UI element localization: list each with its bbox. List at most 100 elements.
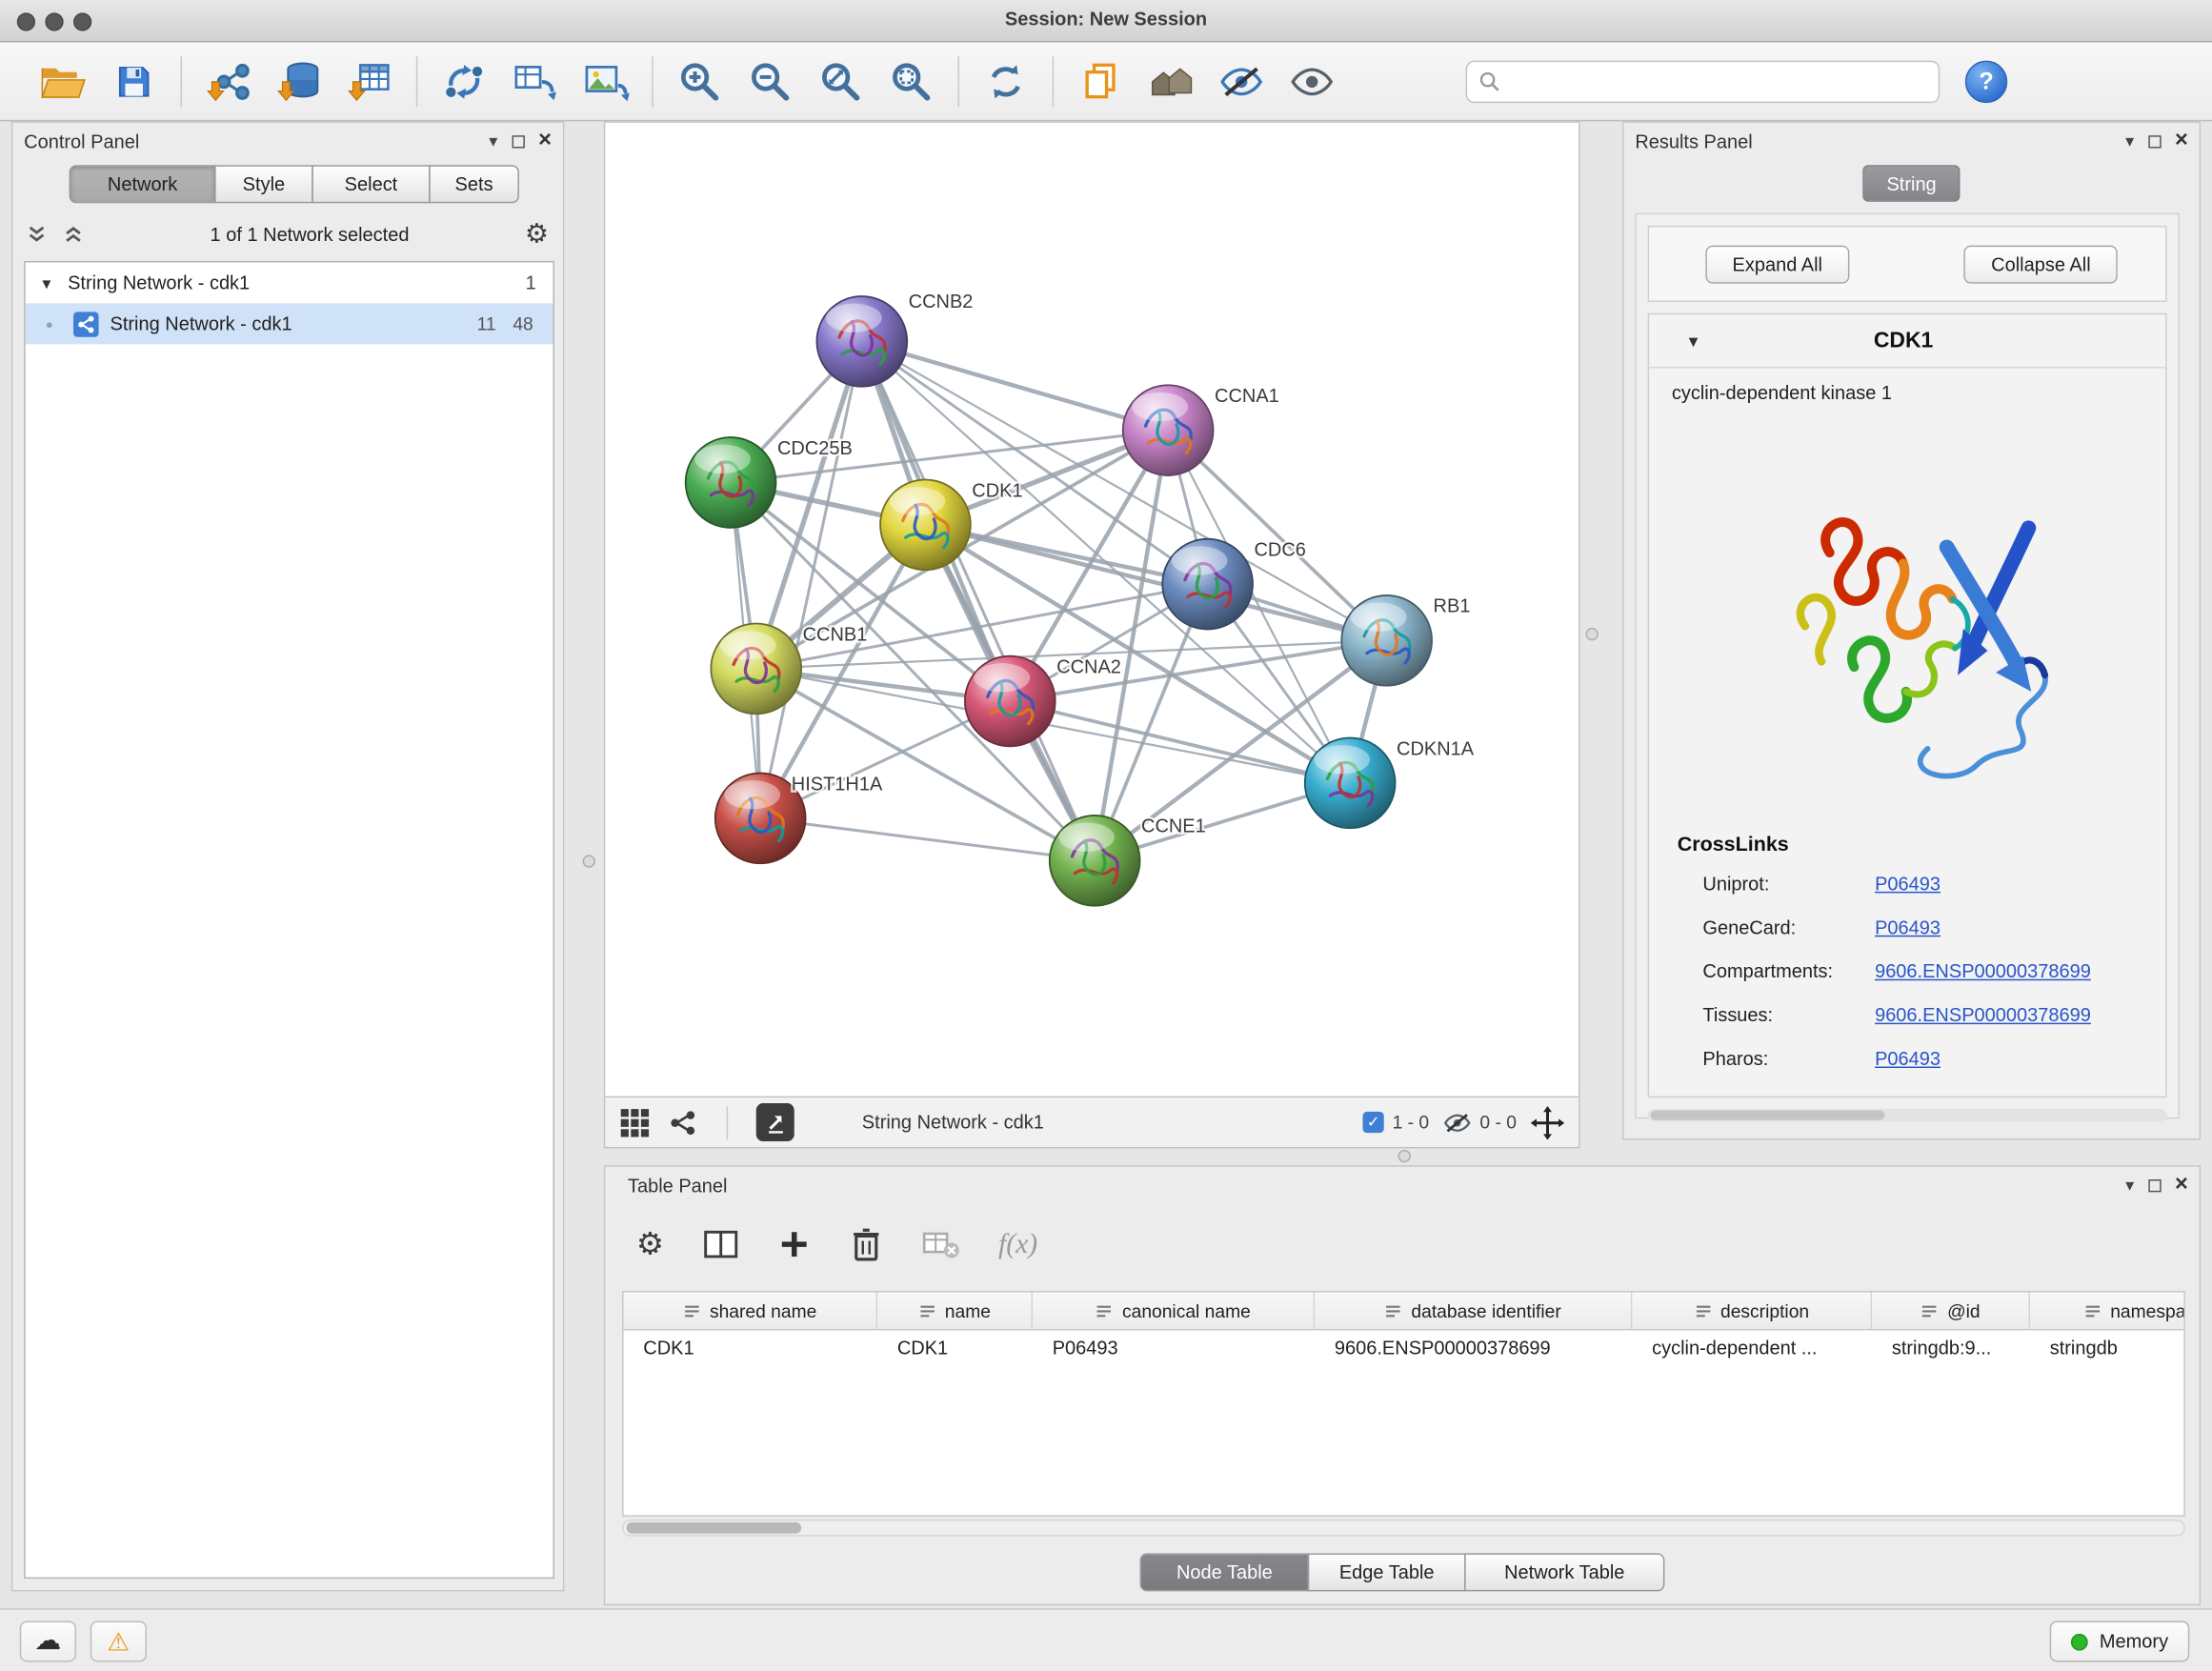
apply-layout-button[interactable] bbox=[971, 48, 1041, 115]
expand-all-button[interactable]: Expand All bbox=[1705, 246, 1849, 284]
function-builder-button[interactable]: f(x) bbox=[998, 1228, 1037, 1260]
protein-card-header[interactable]: ▾ CDK1 bbox=[1649, 314, 2165, 368]
network-node-CDK1[interactable] bbox=[880, 479, 971, 570]
edge-HIST1H1A-CCNE1[interactable] bbox=[760, 818, 1095, 860]
panel-close-icon[interactable]: × bbox=[538, 130, 552, 152]
network-node-RB1[interactable] bbox=[1341, 595, 1432, 686]
results-horizontal-scrollbar[interactable] bbox=[1648, 1109, 2167, 1121]
zoom-selected-button[interactable] bbox=[876, 48, 947, 115]
delete-column-button[interactable] bbox=[849, 1226, 883, 1263]
expand-tree-icon[interactable] bbox=[27, 224, 47, 244]
panel-menu-icon[interactable]: ▾ bbox=[2125, 131, 2134, 151]
edge-CCNB2-CCNA1[interactable] bbox=[862, 341, 1168, 430]
vertical-splitter-handle[interactable] bbox=[583, 855, 595, 867]
memory-button[interactable]: Memory bbox=[2050, 1621, 2189, 1662]
caret-down-icon[interactable]: ▾ bbox=[1689, 330, 1699, 352]
network-node-CCNA2[interactable] bbox=[965, 656, 1056, 747]
check-icon[interactable]: ✓ bbox=[1362, 1112, 1383, 1133]
tab-select[interactable]: Select bbox=[312, 165, 430, 203]
network-node-CDC25B[interactable] bbox=[686, 437, 776, 528]
network-collection-row[interactable]: ▾ String Network - cdk1 1 bbox=[26, 262, 553, 303]
eye-slash-small-icon[interactable] bbox=[1443, 1111, 1472, 1134]
zoom-fit-button[interactable] bbox=[806, 48, 876, 115]
table-horizontal-scrollbar[interactable] bbox=[622, 1520, 2185, 1537]
first-neighbors-button[interactable] bbox=[429, 48, 499, 115]
collapse-tree-icon[interactable] bbox=[64, 224, 84, 244]
network-canvas[interactable]: CCNB2CCNA1CDC25BCDK1CDC6RB1CCNB1CCNA2CDK… bbox=[604, 121, 1580, 1097]
panel-menu-icon[interactable]: ▾ bbox=[489, 131, 497, 151]
panel-float-icon[interactable] bbox=[512, 134, 524, 147]
column-header[interactable]: namespace bbox=[2030, 1292, 2185, 1329]
cell-canonical-name[interactable]: P06493 bbox=[1033, 1330, 1315, 1368]
table-settings-button[interactable]: ⚙ bbox=[636, 1229, 664, 1260]
show-columns-button[interactable] bbox=[702, 1227, 739, 1261]
cell-shared-name[interactable]: CDK1 bbox=[624, 1330, 878, 1368]
cell-name[interactable]: CDK1 bbox=[877, 1330, 1033, 1368]
import-network-database-button[interactable] bbox=[264, 48, 334, 115]
column-header[interactable]: name bbox=[877, 1292, 1033, 1329]
open-session-button[interactable] bbox=[29, 48, 99, 115]
export-image-button[interactable] bbox=[570, 48, 640, 115]
crosslink-link[interactable]: P06493 bbox=[1875, 1048, 1941, 1079]
crosslink-link[interactable]: P06493 bbox=[1875, 917, 1941, 949]
show-all-button[interactable] bbox=[1277, 48, 1347, 115]
panel-float-icon[interactable] bbox=[2148, 134, 2161, 147]
cell-namespace[interactable]: stringdb bbox=[2030, 1330, 2185, 1368]
column-header[interactable]: canonical name bbox=[1033, 1292, 1315, 1329]
tab-node-table[interactable]: Node Table bbox=[1140, 1553, 1310, 1591]
delete-table-button[interactable] bbox=[921, 1227, 960, 1261]
open-view-in-window-button[interactable] bbox=[756, 1103, 794, 1141]
network-node-CDKN1A[interactable] bbox=[1305, 737, 1396, 828]
tab-edge-table[interactable]: Edge Table bbox=[1308, 1553, 1466, 1591]
panel-close-icon[interactable]: × bbox=[2175, 130, 2188, 152]
network-node-CCNE1[interactable] bbox=[1050, 815, 1140, 906]
crosslink-link[interactable]: 9606.ENSP00000378699 bbox=[1875, 960, 2091, 992]
network-item-row[interactable]: ● String Network - cdk1 11 48 bbox=[26, 303, 553, 344]
network-node-CDC6[interactable] bbox=[1162, 539, 1253, 630]
warnings-button[interactable]: ⚠ bbox=[90, 1621, 147, 1662]
import-network-file-button[interactable] bbox=[193, 48, 264, 115]
cloud-status-button[interactable]: ☁ bbox=[20, 1621, 76, 1662]
cell-at-id[interactable]: stringdb:9... bbox=[1872, 1330, 2030, 1368]
cell-description[interactable]: cyclin-dependent ... bbox=[1632, 1330, 1872, 1368]
gear-icon[interactable]: ⚙ bbox=[525, 221, 549, 248]
column-header[interactable]: description bbox=[1632, 1292, 1872, 1329]
caret-down-icon[interactable]: ▾ bbox=[26, 273, 68, 293]
crosslink-link[interactable]: P06493 bbox=[1875, 874, 1941, 905]
network-node-CCNB1[interactable] bbox=[711, 624, 801, 715]
network-overview-button[interactable] bbox=[667, 1101, 698, 1143]
edge-CCNB2-HIST1H1A[interactable] bbox=[760, 341, 862, 818]
network-node-CCNB2[interactable] bbox=[816, 296, 907, 387]
cell-database-identifier[interactable]: 9606.ENSP00000378699 bbox=[1315, 1330, 1632, 1368]
search-input[interactable] bbox=[1510, 70, 1927, 91]
column-header[interactable]: shared name bbox=[624, 1292, 878, 1329]
edge-CCNB2-CCNE1[interactable] bbox=[862, 341, 1095, 860]
tab-style[interactable]: Style bbox=[214, 165, 313, 203]
network-node-CCNA1[interactable] bbox=[1123, 385, 1214, 475]
panel-close-icon[interactable]: × bbox=[2175, 1174, 2188, 1197]
create-column-button[interactable] bbox=[777, 1227, 812, 1261]
tab-sets[interactable]: Sets bbox=[429, 165, 519, 203]
column-header[interactable]: @id bbox=[1872, 1292, 2030, 1329]
horizontal-splitter-handle[interactable] bbox=[1398, 1150, 1411, 1162]
panel-menu-icon[interactable]: ▾ bbox=[2125, 1176, 2134, 1196]
import-table-file-button[interactable] bbox=[334, 48, 405, 115]
hide-selected-button[interactable] bbox=[1206, 48, 1277, 115]
panel-float-icon[interactable] bbox=[2148, 1178, 2161, 1191]
help-button[interactable]: ? bbox=[1965, 60, 2007, 102]
crosslink-link[interactable]: 9606.ENSP00000378699 bbox=[1875, 1004, 2091, 1036]
fit-selected-button[interactable] bbox=[1531, 1101, 1565, 1143]
save-session-button[interactable] bbox=[99, 48, 170, 115]
zoom-out-button[interactable] bbox=[735, 48, 806, 115]
home-button[interactable] bbox=[1136, 48, 1206, 115]
vertical-splitter-handle[interactable] bbox=[1585, 628, 1598, 640]
new-network-from-selection-button[interactable] bbox=[499, 48, 570, 115]
collapse-all-button[interactable]: Collapse All bbox=[1964, 246, 2118, 284]
table-row[interactable]: CDK1 CDK1 P06493 9606.ENSP00000378699 cy… bbox=[624, 1330, 2185, 1368]
birdseye-view-button[interactable] bbox=[619, 1101, 651, 1143]
column-header[interactable]: database identifier bbox=[1315, 1292, 1632, 1329]
zoom-in-button[interactable] bbox=[664, 48, 734, 115]
tab-string[interactable]: String bbox=[1862, 165, 1961, 202]
tab-network-table[interactable]: Network Table bbox=[1464, 1553, 1664, 1591]
copy-document-button[interactable] bbox=[1065, 48, 1136, 115]
